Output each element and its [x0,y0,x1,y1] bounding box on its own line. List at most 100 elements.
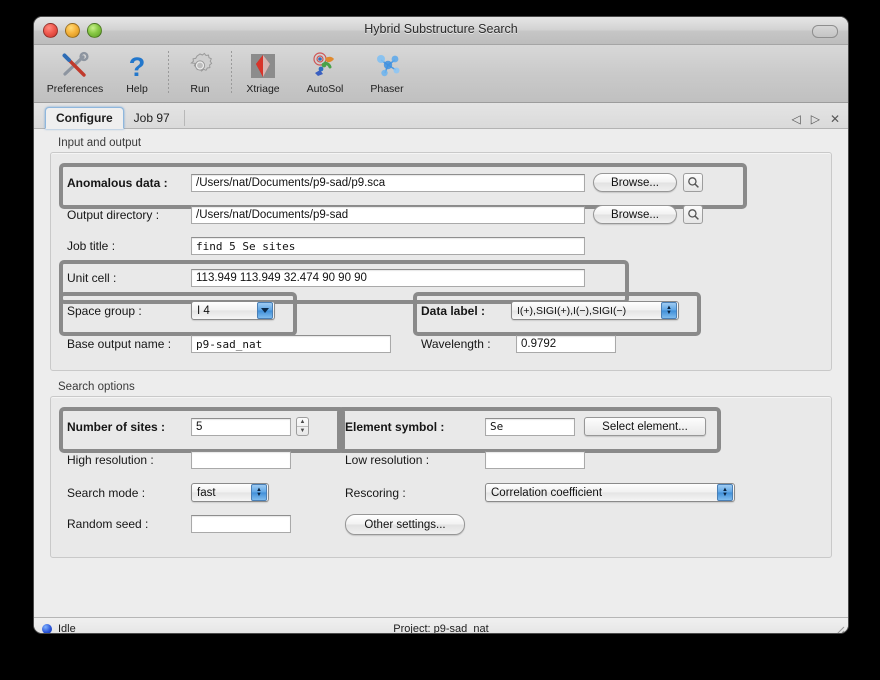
search-options-panel: Number of sites : 5 ▲▼ Element symbol : … [50,396,832,558]
toolbar-label: Run [190,83,209,95]
element-symbol-row: Element symbol : Se Select element... [345,417,706,436]
data-label-row: Data label : I(+),SIGI(+),I(−),SIGI(−) ▲… [421,301,679,320]
content-area: Input and output Anomalous data : /Users… [34,129,848,617]
space-group-dropdown[interactable]: I 4 [191,301,275,320]
search-mode-row: Search mode : fast ▲▼ [67,483,269,502]
random-seed-input[interactable] [191,515,291,533]
rescoring-label: Rescoring : [345,486,485,500]
number-of-sites-label: Number of sites : [67,420,191,434]
rescoring-dropdown[interactable]: Correlation coefficient ▲▼ [485,483,735,502]
svg-text:?: ? [129,52,146,81]
wavelength-input[interactable]: 0.9792 [516,335,616,353]
unit-cell-input[interactable]: 113.949 113.949 32.474 90 90 90 [191,269,585,287]
resize-grip[interactable] [832,624,845,634]
toolbar-item-autosol[interactable]: AutoSol [294,48,356,95]
random-seed-label: Random seed : [67,517,191,531]
tab-controls: ◁ ▷ ✕ [791,113,840,125]
stepper-arrows-icon[interactable]: ▲▼ [661,302,677,319]
low-resolution-input[interactable] [485,451,585,469]
data-label-dropdown[interactable]: I(+),SIGI(+),I(−),SIGI(−) ▲▼ [511,301,679,320]
prev-tab-icon[interactable]: ◁ [791,113,800,125]
main-toolbar: Preferences ? Help Run [34,45,848,103]
data-label-label: Data label : [421,304,511,318]
anomalous-data-row: Anomalous data : /Users/nat/Documents/p9… [67,173,703,192]
select-element-button[interactable]: Select element... [584,417,706,436]
low-resolution-label: Low resolution : [345,453,485,467]
toolbar-toggle-button[interactable] [812,25,838,38]
wavelength-label: Wavelength : [421,337,516,351]
stepper-arrows-icon[interactable]: ▲▼ [251,484,267,501]
high-resolution-input[interactable] [191,451,291,469]
tab-divider [184,110,185,126]
toolbar-item-preferences[interactable]: Preferences [44,48,106,95]
rescoring-row: Rescoring : Correlation coefficient ▲▼ [345,483,735,502]
anomalous-data-browse-button[interactable]: Browse... [593,173,677,192]
low-resolution-row: Low resolution : [345,451,585,469]
job-title-input[interactable]: find 5 Se sites [191,237,585,255]
toolbar-item-phaser[interactable]: Phaser [356,48,418,95]
toolbar-item-run[interactable]: Run [169,48,231,95]
high-resolution-label: High resolution : [67,453,191,467]
search-section-title: Search options [58,381,832,393]
job-title-label: Job title : [67,239,191,253]
chevron-down-icon[interactable] [257,302,273,319]
search-mode-dropdown[interactable]: fast ▲▼ [191,483,269,502]
tab-bar: Configure Job 97 ◁ ▷ ✕ [34,103,848,129]
tools-icon [59,50,91,82]
anomalous-data-label: Anomalous data : [67,176,191,190]
status-bar: Idle Project: p9-sad_nat [34,617,848,634]
base-output-name-label: Base output name : [67,337,191,351]
anomalous-data-input[interactable]: /Users/nat/Documents/p9-sad/p9.sca [191,174,585,192]
data-label-value: I(+),SIGI(+),I(−),SIGI(−) [517,305,659,317]
io-section-title: Input and output [58,137,832,149]
ribbon-icon [309,50,341,82]
number-of-sites-stepper[interactable]: ▲▼ [296,417,309,436]
unit-cell-row: Unit cell : 113.949 113.949 32.474 90 90… [67,269,585,287]
element-symbol-input[interactable]: Se [485,418,575,436]
tab-job-97[interactable]: Job 97 [124,108,180,128]
close-tab-icon[interactable]: ✕ [830,113,840,125]
project-label: Project: p9-sad_nat [34,623,848,635]
crystal-icon [247,50,279,82]
space-group-value: I 4 [197,305,255,317]
stepper-arrows-icon[interactable]: ▲▼ [717,484,733,501]
job-title-row: Job title : find 5 Se sites [67,237,585,255]
question-mark-icon: ? [121,50,153,82]
random-seed-row: Random seed : [67,515,291,533]
output-directory-browse-button[interactable]: Browse... [593,205,677,224]
space-group-row: Space group : I 4 [67,301,275,320]
toolbar-label: Xtriage [246,83,279,95]
toolbar-item-help[interactable]: ? Help [106,48,168,95]
base-output-name-input[interactable]: p9-sad_nat [191,335,391,353]
magnifier-icon[interactable] [683,173,703,192]
magnifier-icon[interactable] [683,205,703,224]
desktop-background: Hybrid Substructure Search Preferences ? [0,0,880,680]
toolbar-item-xtriage[interactable]: Xtriage [232,48,294,95]
element-symbol-label: Element symbol : [345,420,485,434]
space-group-label: Space group : [67,304,191,318]
gear-icon [184,50,216,82]
input-output-panel: Anomalous data : /Users/nat/Documents/p9… [50,152,832,371]
tab-configure[interactable]: Configure [45,107,124,129]
number-of-sites-row: Number of sites : 5 ▲▼ [67,417,309,436]
base-output-name-row: Base output name : p9-sad_nat [67,335,391,353]
number-of-sites-input[interactable]: 5 [191,418,291,436]
wavelength-row: Wavelength : 0.9792 [421,335,616,353]
output-directory-input[interactable]: /Users/nat/Documents/p9-sad [191,206,585,224]
other-settings-button[interactable]: Other settings... [345,514,465,535]
window-title: Hybrid Substructure Search [34,22,848,36]
molecule-icon [371,50,403,82]
output-directory-label: Output directory : [67,208,191,222]
other-settings-row: Other settings... [345,514,465,535]
toolbar-label: Help [126,83,148,95]
toolbar-label: Phaser [370,83,403,95]
search-mode-value: fast [197,487,249,499]
next-tab-icon[interactable]: ▷ [811,113,820,125]
output-directory-row: Output directory : /Users/nat/Documents/… [67,205,703,224]
unit-cell-label: Unit cell : [67,271,191,285]
title-bar: Hybrid Substructure Search [34,17,848,45]
search-mode-label: Search mode : [67,486,191,500]
toolbar-label: AutoSol [307,83,344,95]
toolbar-label: Preferences [47,83,104,95]
high-resolution-row: High resolution : [67,451,291,469]
